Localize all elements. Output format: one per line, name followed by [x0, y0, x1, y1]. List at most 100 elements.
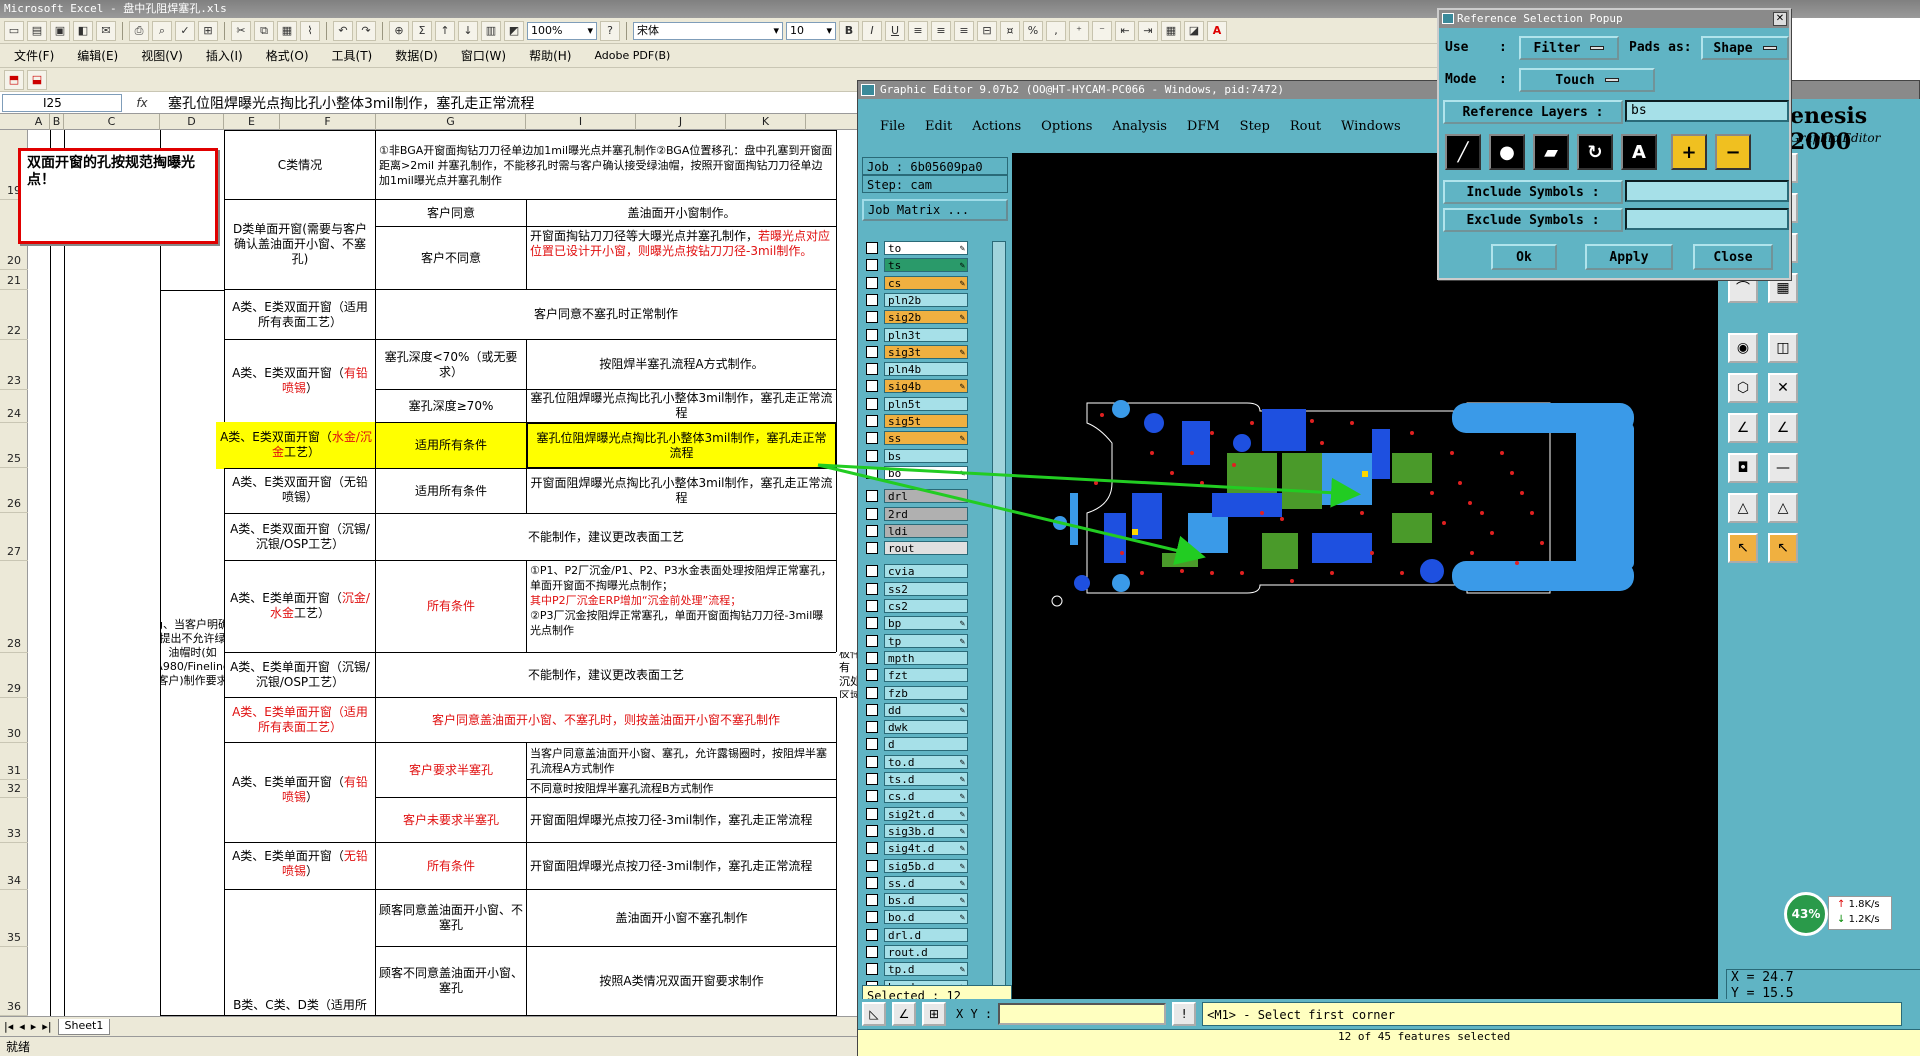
feature-icon[interactable]: ◫	[1768, 333, 1798, 363]
row-header[interactable]: 24	[0, 390, 28, 423]
cell-c-text[interactable]: ①非BGA开窗面掏钻刀刀径单边加1mil曝光点并塞孔制作②BGA位置移孔：盘中孔…	[375, 130, 837, 200]
layer-checkbox[interactable]	[866, 490, 878, 503]
layer-checkbox[interactable]	[866, 773, 878, 785]
pad-shape-icon[interactable]: ●	[1489, 134, 1525, 170]
layer-checkbox[interactable]	[866, 651, 878, 664]
use-select[interactable]: Filter	[1519, 36, 1619, 60]
layer-row[interactable]: pln2b	[862, 292, 988, 307]
layer-row[interactable]: pln5t	[862, 396, 988, 411]
hyperlink-icon[interactable]: ⊕	[389, 20, 409, 41]
layer-row[interactable]: bs.d ✎	[862, 893, 988, 908]
layer-name[interactable]: to ✎	[884, 241, 968, 255]
row-header[interactable]: 27	[0, 513, 28, 561]
cell-r23-result2[interactable]: 塞孔位阻焊曝光点掏比孔小整体3mil制作，塞孔走正常流程	[526, 389, 837, 423]
layer-name[interactable]: tp.d ✎	[884, 962, 968, 977]
exclude-symbols-button[interactable]: Exclude Symbols :	[1443, 208, 1623, 232]
layer-row[interactable]: dwk	[862, 720, 988, 735]
cell-r35-result[interactable]: 盖油面开小窗不塞孔制作	[526, 889, 837, 947]
row-header[interactable]: 21	[0, 270, 28, 290]
column-header[interactable]: I	[526, 114, 636, 130]
prev-sheet-icon[interactable]: ◂	[19, 1020, 25, 1033]
cell-r28-cond[interactable]: 所有条件	[375, 560, 527, 653]
percent-icon[interactable]: %	[1023, 20, 1043, 41]
layer-row[interactable]: tp.d ✎	[862, 962, 988, 977]
layer-checkbox[interactable]	[866, 524, 878, 537]
layer-checkbox[interactable]	[866, 859, 878, 872]
row-header[interactable]: 35	[0, 890, 28, 947]
cell-r31-cond[interactable]: 客户要求半塞孔	[375, 742, 527, 798]
ge-menu-options[interactable]: Options	[1031, 119, 1102, 134]
layer-checkbox[interactable]	[866, 928, 878, 941]
layer-row[interactable]: ts ✎	[862, 258, 988, 273]
reference-layers-button[interactable]: Reference Layers :	[1443, 100, 1623, 124]
ge-menu-dfm[interactable]: DFM	[1177, 119, 1230, 134]
layer-name[interactable]: ss2	[884, 581, 968, 596]
layer-name[interactable]: 2rd	[884, 506, 968, 521]
layer-row[interactable]: sig2t.d ✎	[862, 806, 988, 821]
layer-checkbox[interactable]	[866, 946, 878, 958]
email-icon[interactable]: ✉	[96, 20, 116, 41]
print-preview-icon[interactable]: ⌕	[152, 20, 172, 41]
cell-r23-cond1[interactable]: 塞孔深度<70%（或无要求）	[375, 339, 527, 390]
layer-name[interactable]: cs.d ✎	[884, 789, 968, 804]
cell-r27-type[interactable]: A类、E类双面开窗（沉锡/沉银/OSP工艺）	[224, 513, 376, 561]
merge-center-icon[interactable]: ⊟	[977, 20, 997, 41]
cell-r22-type[interactable]: A类、E类双面开窗（适用所有表面工艺）	[224, 289, 376, 340]
font-size-select[interactable]: 10 ▾	[786, 21, 836, 40]
layer-checkbox[interactable]	[866, 582, 878, 595]
cell-r26-result[interactable]: 开窗面阻焊曝光点掏比孔小整体3mil制作，塞孔走正常流程	[526, 468, 837, 514]
layer-row[interactable]: ts.d ✎	[862, 772, 988, 786]
cell-r31-type[interactable]: A类、E类单面开窗（有铅喷锡）	[224, 742, 376, 843]
layer-checkbox[interactable]	[866, 432, 878, 445]
column-header[interactable]: C	[64, 114, 160, 130]
text-shape-icon[interactable]: A	[1621, 134, 1657, 170]
menu-insert[interactable]: 插入(I)	[196, 45, 253, 67]
increase-indent-icon[interactable]: ⇥	[1138, 20, 1158, 41]
layer-checkbox[interactable]	[866, 617, 878, 630]
align-left-icon[interactable]: ≡	[908, 20, 928, 41]
layer-name[interactable]: sig3t ✎	[884, 344, 968, 359]
layer-row[interactable]: sig3t ✎	[862, 344, 988, 359]
align-center-icon[interactable]: ≡	[931, 20, 951, 41]
layer-row[interactable]: cs2	[862, 599, 988, 613]
next-sheet-icon[interactable]: ▸	[31, 1020, 37, 1033]
layer-row[interactable]: to ✎	[862, 241, 988, 255]
cell-r30-type[interactable]: A类、E类单面开窗（适用所有表面工艺）	[224, 697, 376, 743]
layer-checkbox[interactable]	[866, 807, 878, 820]
row-header[interactable]: 25	[0, 423, 28, 468]
cell-r28-type[interactable]: A类、E类单面开窗（沉金/水金工艺）	[224, 560, 376, 653]
layer-row[interactable]: mpth	[862, 650, 988, 665]
cell-r23-cond2[interactable]: 塞孔深度≥70%	[375, 389, 527, 423]
apply-button[interactable]: Apply	[1585, 244, 1673, 270]
layer-name[interactable]: bo ✎	[884, 465, 968, 480]
cell-c-case[interactable]: C类情况	[224, 130, 376, 200]
layer-name[interactable]: pln4b	[884, 362, 968, 377]
mode-select[interactable]: Touch	[1519, 68, 1655, 92]
layer-row[interactable]: cvia	[862, 564, 988, 579]
network-monitor[interactable]: 43% ↑ 1.8K/s ↓ 1.2K/s	[1784, 892, 1896, 936]
grid-snap-icon[interactable]: ⊞	[922, 1002, 946, 1026]
exclude-symbols-input[interactable]	[1625, 208, 1789, 230]
row-header[interactable]: 31	[0, 743, 28, 780]
layer-name[interactable]: bs.d ✎	[884, 893, 968, 908]
cell-r34-result[interactable]: 开窗面阻焊曝光点按刀径-3mil制作，塞孔走正常流程	[526, 842, 837, 890]
layer-name[interactable]: ts.d ✎	[884, 772, 968, 786]
worksheet-grid[interactable]: C类情况 ①非BGA开窗面掏钻刀刀径单边加1mil曝光点并塞孔制作②BGA位置移…	[28, 130, 860, 1016]
surface-shape-icon[interactable]: ▰	[1533, 134, 1569, 170]
row-header[interactable]: 29	[0, 653, 28, 698]
triangle2-icon[interactable]: △	[1768, 493, 1798, 523]
layer-checkbox[interactable]	[866, 600, 878, 612]
layer-name[interactable]: dd ✎	[884, 702, 968, 717]
layer-row[interactable]: drl.d	[862, 927, 988, 942]
row-header[interactable]: 23	[0, 340, 28, 390]
copy-icon[interactable]: ⧉	[254, 20, 274, 41]
layer-checkbox[interactable]	[866, 415, 878, 427]
layer-checkbox[interactable]	[866, 686, 878, 699]
layer-checkbox[interactable]	[866, 242, 878, 254]
menu-format[interactable]: 格式(O)	[256, 45, 319, 67]
layer-row[interactable]: cs.d ✎	[862, 789, 988, 804]
layer-checkbox[interactable]	[866, 565, 878, 578]
pad-icon[interactable]: ◘	[1728, 453, 1758, 483]
cell-r26-cond[interactable]: 适用所有条件	[375, 468, 527, 514]
column-header[interactable]: G	[376, 114, 526, 130]
